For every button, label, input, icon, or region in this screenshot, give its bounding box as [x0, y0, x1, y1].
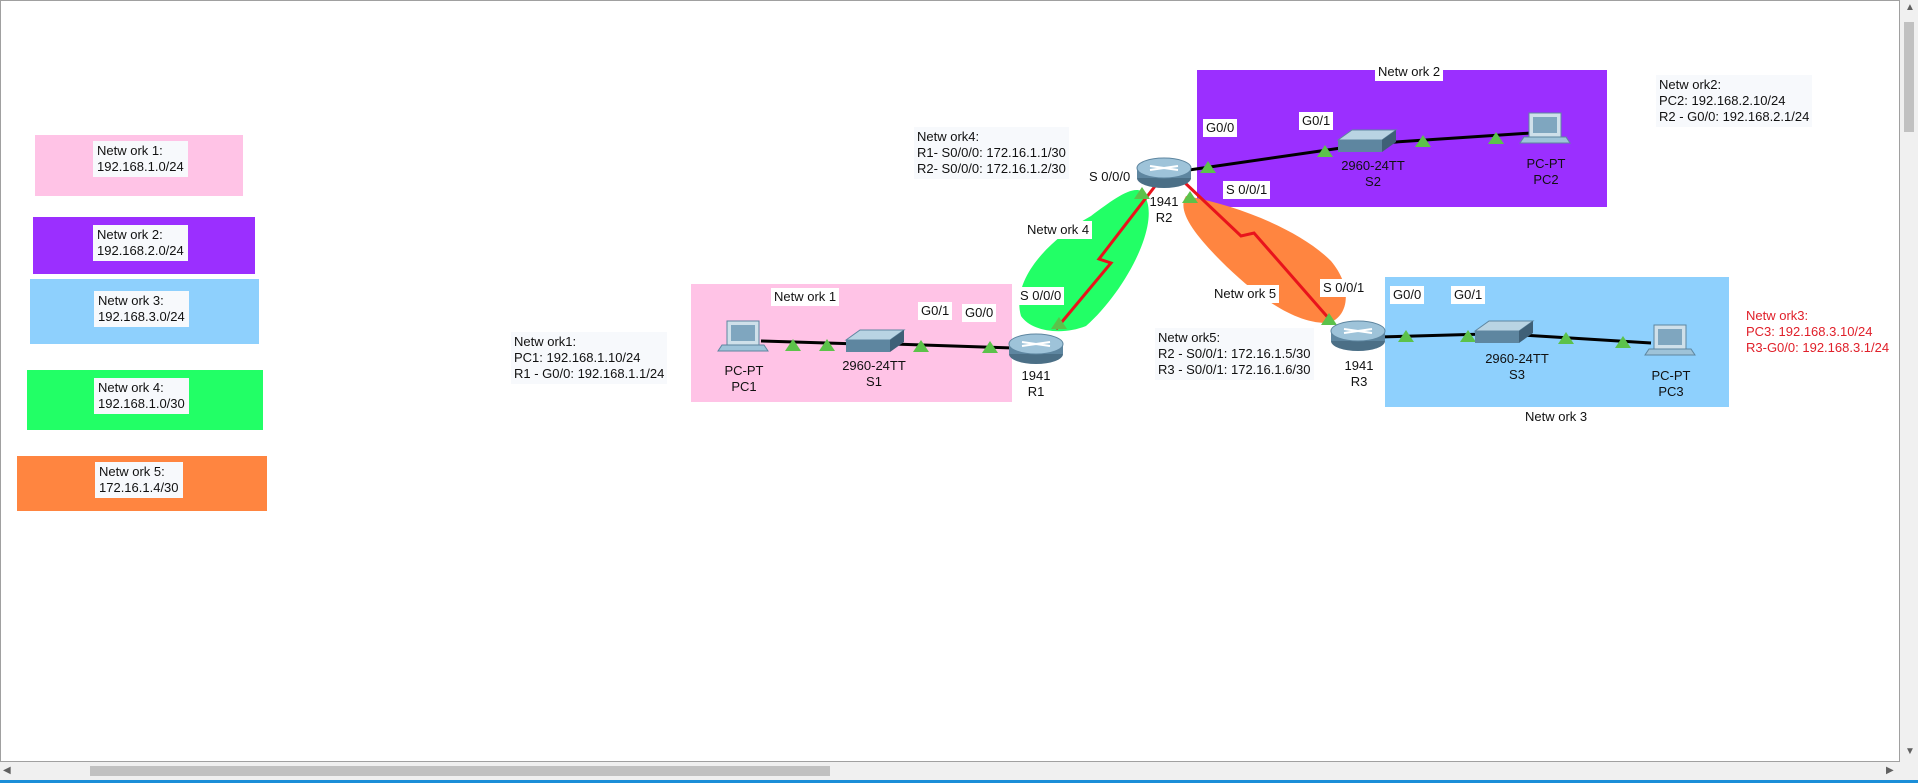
- r2-label[interactable]: 1941 R2: [1114, 194, 1214, 226]
- link-s2-pc2: [1380, 131, 1532, 145]
- r2-s000-label: S 0/0/0: [1086, 168, 1134, 186]
- scroll-right-arrow-icon[interactable]: ▶: [1886, 765, 1894, 776]
- network-3-title: Netw ork 3: [1522, 408, 1591, 426]
- router-icon: [1330, 320, 1386, 351]
- router-icon: [1008, 333, 1064, 364]
- scrollbar-corner: [1900, 762, 1918, 780]
- s3-g01-label: G0/1: [1451, 286, 1486, 304]
- r2-g00-label: G0/0: [1203, 119, 1238, 137]
- vertical-scrollbar[interactable]: ▲ ▼: [1900, 0, 1918, 762]
- link-s1-r1: [892, 342, 1014, 350]
- network-4-title: Netw ork 4: [1024, 221, 1093, 239]
- switch-icon: [1336, 129, 1398, 152]
- r2-s001-label: S 0/0/1: [1223, 181, 1271, 199]
- r1-s000-label: S 0/0/0: [1017, 287, 1065, 305]
- horizontal-scrollbar[interactable]: ◀ ▶: [0, 762, 1900, 780]
- link-pc1-s1: [760, 339, 860, 346]
- horizontal-scroll-thumb[interactable]: [90, 766, 830, 776]
- r3-s001-label: S 0/0/1: [1320, 279, 1368, 297]
- scroll-left-arrow-icon[interactable]: ◀: [3, 765, 11, 776]
- pc2-label[interactable]: PC-PT PC2: [1496, 156, 1596, 188]
- network-5-title: Netw ork 5: [1211, 285, 1280, 303]
- s1-label[interactable]: 2960-24TT S1: [824, 358, 924, 390]
- r3-label[interactable]: 1941 R3: [1309, 358, 1409, 390]
- network-2-note[interactable]: Netw ork2: PC2: 192.168.2.10/24 R2 - G0/…: [1656, 75, 1813, 127]
- topology-canvas: [717, 112, 1696, 364]
- switch-icon: [1473, 320, 1535, 343]
- network-3-note[interactable]: Netw ork3: PC3: 192.168.3.10/24 R3-G0/0:…: [1743, 306, 1893, 358]
- network-2-title: Netw ork 2: [1375, 63, 1444, 81]
- scroll-up-arrow-icon[interactable]: ▲: [1905, 2, 1915, 13]
- pc-icon: [1644, 324, 1696, 356]
- s3-label[interactable]: 2960-24TT S3: [1467, 351, 1567, 383]
- pc3-label[interactable]: PC-PT PC3: [1621, 368, 1721, 400]
- r1-g00-label: G0/0: [962, 304, 997, 322]
- s1-g01-label: G0/1: [918, 302, 953, 320]
- pc1-label[interactable]: PC-PT PC1: [694, 363, 794, 395]
- topology-workspace[interactable]: Netw ork 1: 192.168.1.0/24 Netw ork 2: 1…: [0, 0, 1900, 762]
- r1-label[interactable]: 1941 R1: [986, 368, 1086, 400]
- network-1-note[interactable]: Netw ork1: PC1: 192.168.1.10/24 R1 - G0/…: [511, 332, 668, 384]
- network-5-note[interactable]: Netw ork5: R2 - S0/0/1: 172.16.1.5/30 R3…: [1155, 328, 1314, 380]
- pc-icon: [1519, 112, 1571, 144]
- r3-g00-label: G0/0: [1390, 286, 1425, 304]
- vertical-scroll-thumb[interactable]: [1904, 22, 1914, 132]
- s2-label[interactable]: 2960-24TT S2: [1323, 158, 1423, 190]
- network-1-title: Netw ork 1: [771, 288, 840, 306]
- switch-icon: [844, 329, 906, 352]
- s2-g01-label: G0/1: [1299, 112, 1334, 130]
- router-icon: [1136, 157, 1192, 188]
- link-s3-pc3: [1520, 333, 1652, 345]
- pc-icon: [717, 320, 769, 352]
- network-4-note[interactable]: Netw ork4: R1- S0/0/0: 172.16.1.1/30 R2-…: [914, 127, 1069, 179]
- scroll-down-arrow-icon[interactable]: ▼: [1905, 746, 1915, 757]
